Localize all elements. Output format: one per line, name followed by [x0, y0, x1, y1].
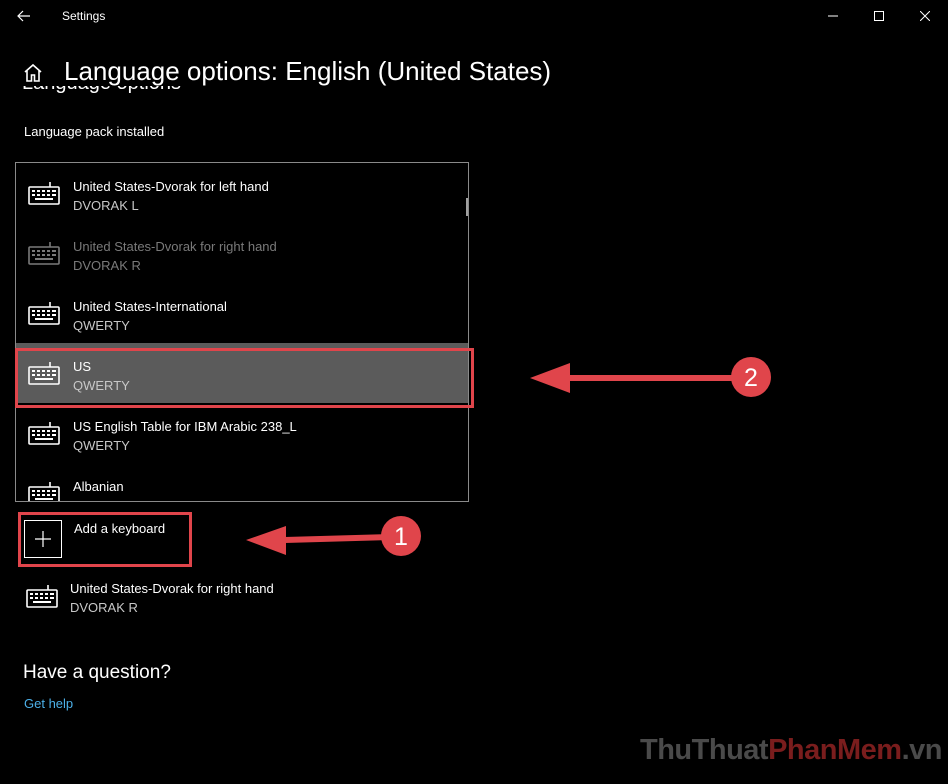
annotation-highlight-2: [15, 348, 474, 408]
keyboard-name: United States-Dvorak for right hand: [73, 239, 277, 254]
keyboard-icon: [28, 421, 60, 450]
annotation-highlight-1: [18, 512, 192, 567]
watermark: ThuThuatPhanMem.vn: [640, 734, 942, 767]
watermark-part-3: .vn: [901, 734, 943, 766]
close-icon: [920, 11, 930, 21]
window-title: Settings: [62, 9, 106, 23]
keyboard-icon: [26, 585, 58, 608]
keyboard-item-united-states-dvorak-for-right-hand[interactable]: United States-Dvorak for right hand DVORA…: [16, 223, 468, 283]
keyboard-name: United States-Dvorak for left hand: [73, 179, 269, 194]
keyboard-layout: QWERTY: [73, 438, 130, 453]
keyboard-name: US English Table for IBM Arabic 238_L: [73, 419, 297, 434]
keyboard-item-albanian[interactable]: Albanian QWERTZ: [16, 463, 468, 501]
annotation-badge-2: 2: [731, 357, 771, 397]
installed-keyboard-layout: DVORAK R: [70, 600, 138, 615]
title-bar: Settings: [0, 0, 948, 32]
annotation-number-1: 1: [394, 523, 408, 551]
keyboard-icon: [28, 241, 60, 270]
annotation-badge-1: 1: [381, 516, 421, 556]
keyboard-list[interactable]: Albanian QWERTZ US English Table for IBM A…: [15, 162, 469, 502]
keyboard-layout: QWERTY: [73, 318, 130, 333]
keyboard-name: Albanian: [73, 479, 124, 494]
language-pack-status: Language pack installed: [24, 124, 165, 139]
get-help-link[interactable]: Get help: [24, 696, 73, 711]
annotation-number-2: 2: [744, 364, 758, 392]
keyboard-icon: [28, 181, 60, 210]
home-icon: [24, 63, 42, 82]
minimize-button[interactable]: [810, 0, 856, 32]
keyboard-layout: QWERTZ: [73, 498, 129, 501]
watermark-part-1: ThuThuat: [640, 734, 769, 766]
maximize-button[interactable]: [856, 0, 902, 32]
help-heading: Have a question?: [23, 662, 171, 683]
home-button[interactable]: [22, 62, 44, 84]
maximize-icon: [874, 11, 884, 21]
keyboard-icon: [28, 301, 60, 330]
installed-keyboard-name: United States-Dvorak for right hand: [70, 581, 274, 596]
scrollbar-thumb[interactable]: [466, 198, 468, 216]
minimize-icon: [828, 15, 838, 17]
close-button[interactable]: [902, 0, 948, 32]
annotation-arrow-1: [246, 526, 394, 555]
back-button[interactable]: [10, 4, 38, 28]
keyboard-icon: [28, 481, 60, 501]
keyboard-item-united-states-dvorak-for-left-hand[interactable]: United States-Dvorak for left hand DVORAK…: [16, 163, 468, 223]
watermark-part-2: PhanMem: [768, 734, 902, 766]
installed-keyboard-item[interactable]: United States-Dvorak for right hand DVOR…: [22, 578, 342, 622]
keyboard-item-united-states-international[interactable]: United States-International QWERTY: [16, 283, 468, 343]
partial-heading: Language options: [22, 86, 222, 100]
page-title: Language options: English (United States…: [64, 56, 552, 86]
keyboard-name: United States-International: [73, 299, 227, 314]
keyboard-layout: DVORAK R: [73, 258, 141, 273]
back-arrow-icon: [17, 10, 30, 22]
annotation-arrow-2: [530, 363, 742, 393]
keyboard-item-us-english-table-for-ibm-arabic-238-l[interactable]: US English Table for IBM Arabic 238_L QWE…: [16, 403, 468, 463]
keyboard-layout: DVORAK L: [73, 198, 139, 213]
